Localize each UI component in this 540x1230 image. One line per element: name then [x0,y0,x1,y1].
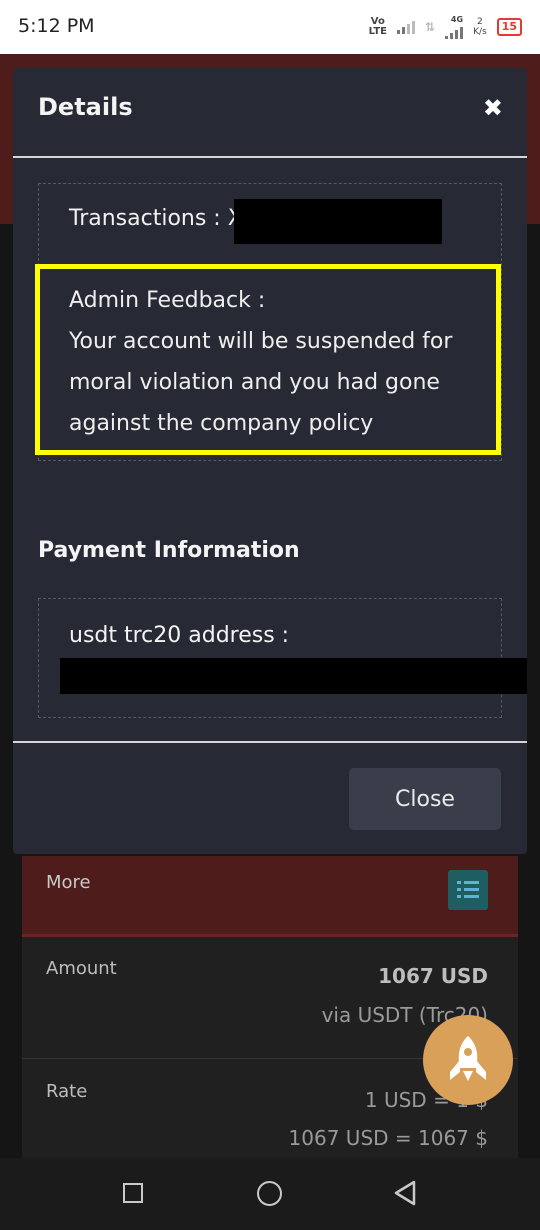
more-row[interactable]: More [22,856,518,937]
signal-icon [397,20,415,34]
admin-feedback: Admin Feedback : Your account will be su… [69,280,489,444]
system-navigation-bar [0,1158,540,1230]
redacted-address [60,658,527,694]
payment-information-title: Payment Information [38,538,300,563]
data-arrows-icon: ⇅ [425,20,436,34]
transactions-label: Transactions : X [69,206,243,231]
circle-icon[interactable] [257,1181,282,1206]
rate-label: Rate [46,1081,88,1102]
amount-label: Amount [46,958,117,979]
list-button[interactable] [448,870,488,910]
details-modal: Details ✖ Transactions : X Admin Feedbac… [13,68,527,854]
address-label: usdt trc20 address : [69,623,290,648]
amount-value: 1067 USD [378,964,488,988]
list-icon [457,881,479,898]
signal-icon-2 [445,25,464,39]
close-button[interactable]: Close [349,768,501,830]
modal-footer-divider [13,741,527,743]
status-icons: Vo LTE ⇅ 4G 2 K/s 15 [369,12,522,42]
more-label: More [46,872,91,893]
signal-4g: 4G [445,15,464,39]
status-bar: 5:12 PM Vo LTE ⇅ 4G 2 K/s 15 [0,0,540,54]
network-speed: 2 K/s [473,17,487,37]
rate-total: 1067 USD = 1067 $ [288,1126,488,1150]
modal-header-divider [13,156,527,158]
close-icon[interactable]: ✖ [483,94,503,122]
volte-indicator: Vo LTE [368,16,387,37]
status-time: 5:12 PM [18,15,95,37]
square-icon[interactable] [123,1183,143,1203]
feedback-heading: Admin Feedback : [69,288,266,313]
modal-title: Details [38,93,133,121]
battery-icon: 15 [496,18,522,36]
rocket-button[interactable] [423,1015,513,1105]
triangle-back-icon[interactable] [393,1180,417,1206]
rocket-icon [450,1036,486,1081]
redacted-transaction-id [234,199,442,244]
feedback-body: Your account will be suspended for moral… [69,329,453,436]
